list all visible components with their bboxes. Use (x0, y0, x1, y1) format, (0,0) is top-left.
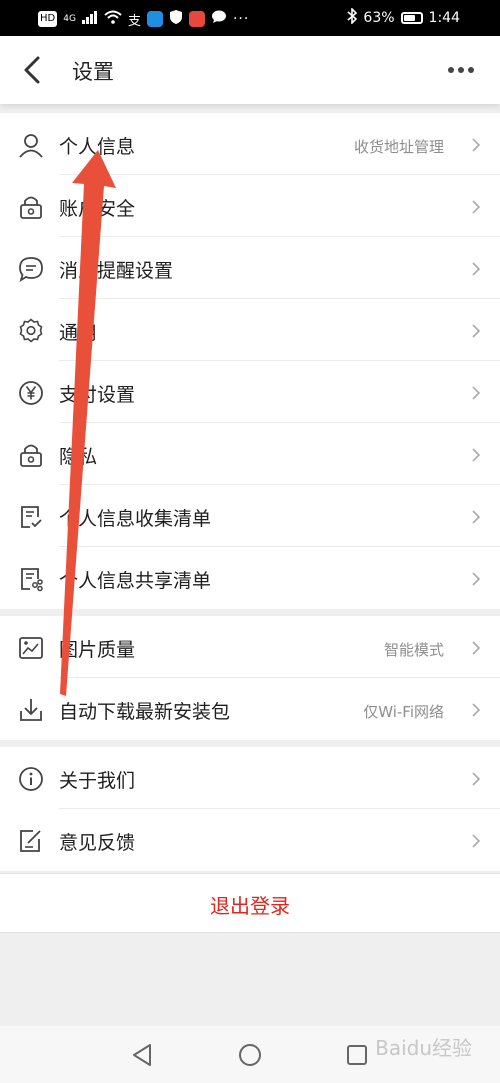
battery-percent: 63% (363, 10, 395, 26)
settings-row-label: 图片质量 (59, 639, 136, 661)
chevron-right-icon (470, 447, 482, 463)
settings-row-feedback[interactable]: 意见反馈 (0, 809, 500, 871)
chevron-right-icon (470, 833, 482, 849)
square-recents-icon (347, 1045, 367, 1065)
lock-icon (18, 442, 44, 468)
message-icon (211, 10, 227, 28)
settings-row-info-collection-list[interactable]: 个人信息收集清单 (0, 485, 500, 547)
chevron-right-icon (470, 571, 482, 587)
settings-section-about: 关于我们 意见反馈 (0, 747, 500, 871)
signal-indicator: 4G (63, 14, 76, 24)
settings-row-label: 关于我们 (59, 770, 136, 792)
shield-icon (169, 9, 183, 29)
settings-row-label: 隐私 (59, 446, 98, 468)
status-bar: HD 4G 支 ··· 63% 1:44 (0, 0, 500, 36)
settings-row-account-security[interactable]: 账户安全 (0, 175, 500, 237)
page-title: 设置 (72, 60, 114, 84)
chat-icon (18, 256, 44, 282)
nav-home-button[interactable] (235, 1040, 265, 1070)
settings-row-notifications[interactable]: 消息提醒设置 (0, 237, 500, 299)
logout-label: 退出登录 (210, 894, 290, 918)
settings-row-auto-download[interactable]: 自动下载最新安装包 仅Wi-Fi网络 (0, 678, 500, 740)
settings-section-account: 个人信息 收货地址管理 账户安全 消息提醒设置 通用 支付设置 隐私 个人信息收… (0, 113, 500, 609)
watermark: Baidu经验 (375, 1036, 472, 1060)
search-app-icon (146, 11, 163, 27)
settings-row-info-sharing-list[interactable]: 个人信息共享清单 (0, 547, 500, 609)
yen-icon (18, 380, 44, 406)
image-icon (18, 635, 44, 661)
clock: 1:44 (428, 10, 460, 26)
download-icon (18, 697, 44, 723)
signal-icon (81, 10, 98, 28)
chevron-right-icon (470, 640, 482, 656)
chevron-right-icon (470, 323, 482, 339)
chevron-right-icon (470, 199, 482, 215)
share-list-icon (18, 566, 44, 592)
logout-button[interactable]: 退出登录 (0, 873, 500, 933)
chevron-right-icon (470, 509, 482, 525)
settings-row-label: 意见反馈 (59, 832, 136, 854)
nav-back-button[interactable] (128, 1040, 158, 1070)
chevron-right-icon (470, 771, 482, 787)
settings-row-label: 个人信息共享清单 (59, 570, 212, 592)
lock-icon (18, 194, 44, 220)
chevron-right-icon (470, 702, 482, 718)
hd-indicator: HD (38, 11, 58, 27)
chevron-right-icon (470, 385, 482, 401)
settings-row-label: 个人信息收集清单 (59, 508, 212, 530)
nav-recents-button[interactable] (342, 1040, 372, 1070)
bluetooth-icon (347, 7, 358, 28)
user-icon (18, 132, 44, 158)
settings-row-value: 收货地址管理 (353, 138, 444, 156)
settings-row-privacy[interactable]: 隐私 (0, 423, 500, 485)
settings-row-general[interactable]: 通用 (0, 299, 500, 361)
circle-home-icon (239, 1044, 261, 1066)
app-header: 设置 (0, 36, 500, 104)
settings-row-personal-info[interactable]: 个人信息 收货地址管理 (0, 113, 500, 175)
settings-row-label: 通用 (59, 322, 98, 344)
settings-row-label: 个人信息 (59, 136, 136, 158)
settings-row-image-quality[interactable]: 图片质量 智能模式 (0, 616, 500, 678)
checklist-icon (18, 504, 44, 530)
info-icon (18, 766, 44, 792)
more-dots-icon (448, 67, 474, 73)
settings-row-label: 账户安全 (59, 198, 136, 220)
settings-row-about-us[interactable]: 关于我们 (0, 747, 500, 809)
more-options-button[interactable] (446, 60, 476, 80)
gear-icon (18, 318, 44, 344)
settings-row-label: 支付设置 (59, 384, 136, 406)
settings-section-media: 图片质量 智能模式 自动下载最新安装包 仅Wi-Fi网络 (0, 616, 500, 740)
back-button[interactable] (16, 52, 52, 88)
triangle-back-icon (133, 1044, 151, 1066)
app-notification-icon (188, 11, 205, 27)
settings-row-label: 自动下载最新安装包 (59, 701, 231, 723)
settings-row-payment[interactable]: 支付设置 (0, 361, 500, 423)
chevron-left-icon (24, 56, 40, 84)
alipay-icon: 支 (127, 13, 141, 29)
settings-row-value: 智能模式 (383, 641, 444, 659)
chevron-right-icon (470, 261, 482, 277)
chevron-right-icon (470, 137, 482, 153)
settings-row-value: 仅Wi-Fi网络 (363, 703, 444, 721)
wifi-icon (104, 10, 122, 28)
settings-row-label: 消息提醒设置 (59, 260, 174, 282)
more-notifications-icon: ··· (232, 11, 250, 27)
feedback-icon (18, 828, 44, 854)
battery-icon (400, 12, 423, 24)
